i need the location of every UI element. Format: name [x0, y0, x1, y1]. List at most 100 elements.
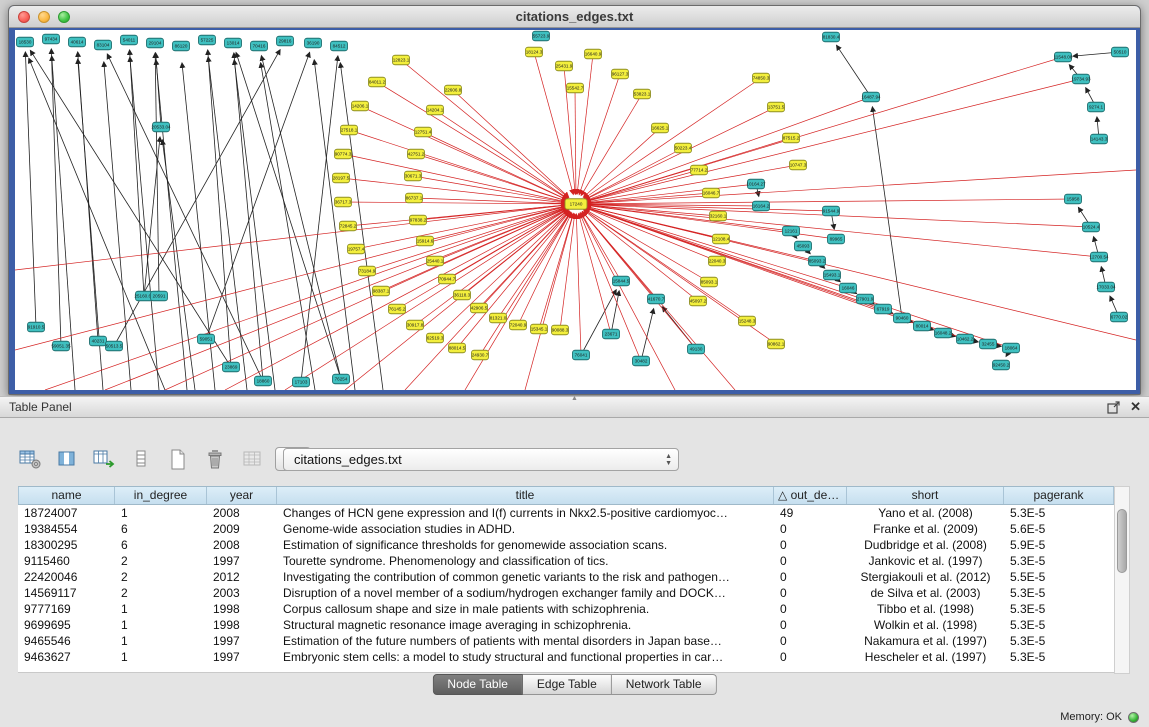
create-column-icon[interactable]: [90, 446, 118, 472]
table-row[interactable]: 1872400712008Changes of HCN gene express…: [18, 505, 1114, 521]
graph-edge[interactable]: [130, 50, 144, 296]
table-row[interactable]: 969969511998Structural magnetic resonanc…: [18, 617, 1114, 633]
graph-edge[interactable]: [585, 148, 683, 199]
graph-edge[interactable]: [534, 52, 573, 194]
graph-edge[interactable]: [586, 79, 1081, 202]
graph-node[interactable]: 88014.5: [449, 343, 466, 353]
graph-edge[interactable]: [208, 50, 231, 367]
graph-edge[interactable]: [577, 54, 593, 194]
graph-node[interactable]: 90862.1: [768, 339, 785, 349]
graph-node[interactable]: 30917.8: [407, 320, 424, 330]
graph-node[interactable]: 91544.9: [823, 206, 840, 216]
graph-node[interactable]: 80014: [914, 321, 931, 331]
graph-node[interactable]: 24930.7: [472, 350, 489, 360]
graph-node[interactable]: 22606.8: [445, 85, 462, 95]
graph-edge[interactable]: [582, 212, 696, 349]
graph-node[interactable]: 32455: [980, 339, 997, 349]
table-row[interactable]: 977716911998Corpus callosum shape and si…: [18, 601, 1114, 617]
graph-node[interactable]: 29816: [277, 36, 294, 46]
graph-node[interactable]: 15914.6: [417, 236, 434, 246]
graph-node[interactable]: 97838.2: [410, 215, 427, 225]
graph-node[interactable]: 27901.9: [857, 294, 874, 304]
graph-node[interactable]: 91910.5: [28, 322, 45, 332]
graph-node[interactable]: 70416: [251, 41, 268, 51]
graph-node[interactable]: 15345.1: [531, 324, 548, 334]
graph-node[interactable]: 10747.3: [790, 160, 807, 170]
graph-edge[interactable]: [343, 154, 566, 202]
graph-node[interactable]: 97434: [43, 34, 60, 44]
graph-node[interactable]: 81321.0: [490, 313, 507, 323]
graph-edge[interactable]: [581, 290, 616, 355]
graph-node[interactable]: 9274.1: [1088, 102, 1105, 112]
graph-node[interactable]: 16640.9: [585, 49, 602, 59]
graph-node[interactable]: 90088.3: [552, 325, 569, 335]
table-row[interactable]: 946554611997Estimation of the future num…: [18, 633, 1114, 649]
graph-edge[interactable]: [585, 97, 871, 201]
graph-node[interactable]: 90774.3: [335, 149, 352, 159]
graph-node[interactable]: 70944.7: [439, 274, 456, 284]
graph-edge[interactable]: [435, 110, 568, 198]
graph-node[interactable]: 87515.2: [783, 133, 800, 143]
graph-node[interactable]: 72040.9: [510, 320, 527, 330]
table-mode-icon[interactable]: [16, 446, 44, 472]
graph-node[interactable]: 36717.3: [335, 197, 352, 207]
graph-edge[interactable]: [585, 209, 709, 282]
graph-node[interactable]: 25440.1: [427, 256, 444, 266]
close-window-button[interactable]: [18, 11, 30, 23]
graph-node[interactable]: 40231: [90, 336, 107, 346]
graph-node[interactable]: 42751.2: [408, 149, 425, 159]
window-titlebar[interactable]: citations_edges.txt: [9, 6, 1140, 28]
graph-node[interactable]: 41670.7: [648, 294, 665, 304]
graph-node[interactable]: 17103: [293, 377, 310, 387]
graph-node[interactable]: 10524.4: [1083, 222, 1100, 232]
graph-node[interactable]: 90460: [894, 313, 911, 323]
graph-node[interactable]: 15542.7: [567, 83, 584, 93]
tab-edge-table[interactable]: Edge Table: [523, 674, 612, 695]
graph-edge[interactable]: [465, 213, 571, 390]
minimize-window-button[interactable]: [38, 11, 50, 23]
table-scrollbar[interactable]: [1114, 486, 1130, 674]
graph-node[interactable]: 83104: [95, 40, 112, 50]
graph-edge[interactable]: [641, 309, 654, 361]
graph-node[interactable]: 15493.1: [824, 270, 841, 280]
graph-edge[interactable]: [234, 53, 263, 381]
graph-node[interactable]: 67919: [875, 304, 892, 314]
graph-node[interactable]: 74850.3: [753, 73, 770, 83]
graph-node[interactable]: 76145.2: [389, 304, 406, 314]
graph-edge[interactable]: [581, 213, 621, 281]
graph-node[interactable]: 98387.1: [373, 286, 390, 296]
graph-node[interactable]: 96127.3: [612, 69, 629, 79]
graph-node[interactable]: 19757.4: [348, 244, 365, 254]
table-scrollbar-thumb[interactable]: [1117, 509, 1127, 573]
graph-edge[interactable]: [586, 170, 1136, 203]
graph-node[interactable]: 11548.08: [1054, 52, 1073, 62]
graph-node[interactable]: 50510: [1112, 47, 1129, 57]
column-header[interactable]: pagerank: [1004, 487, 1114, 504]
graph-node[interactable]: 73184.9: [359, 266, 376, 276]
graph-edge[interactable]: [236, 53, 341, 379]
graph-node[interactable]: 14204.1: [427, 105, 444, 115]
graph-node[interactable]: 16487.94: [861, 92, 881, 102]
graph-node[interactable]: 59051: [198, 334, 215, 344]
graph-node[interactable]: 29104: [147, 38, 164, 48]
column-header[interactable]: title: [277, 487, 774, 504]
graph-node[interactable]: 20533.04: [151, 122, 171, 132]
table-row[interactable]: 2242004622012Investigating the contribut…: [18, 569, 1114, 585]
graph-edge[interactable]: [162, 140, 195, 390]
graph-edge[interactable]: [560, 214, 575, 330]
graph-edge[interactable]: [51, 49, 61, 346]
graph-edge[interactable]: [576, 214, 581, 355]
graph-edge[interactable]: [225, 209, 567, 390]
graph-edge[interactable]: [25, 52, 36, 327]
graph-node[interactable]: 14143.3: [1091, 134, 1108, 144]
graph-node[interactable]: 32160.1: [710, 211, 727, 221]
graph-node[interactable]: 10462.2: [957, 334, 974, 344]
graph-node[interactable]: 59051.35: [51, 341, 71, 351]
graph-node[interactable]: 25431.9: [556, 61, 573, 71]
graph-node[interactable]: 15844.5: [613, 276, 630, 286]
close-panel-icon[interactable]: ✕: [1130, 400, 1141, 414]
graph-node[interactable]: 13014: [225, 38, 242, 48]
graph-edge[interactable]: [447, 209, 567, 279]
graph-node[interactable]: 86120: [173, 41, 190, 51]
table-row[interactable]: 1938455462009Genome-wide association stu…: [18, 521, 1114, 537]
